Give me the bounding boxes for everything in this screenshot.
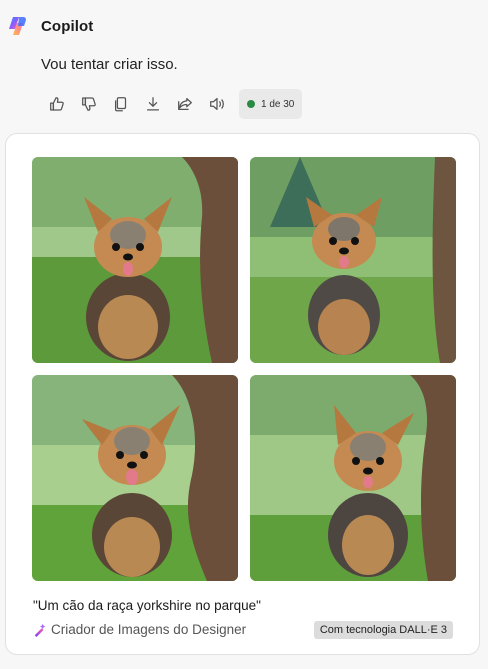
- yorkshire-image-3: [32, 375, 238, 581]
- copilot-logo-icon: [9, 17, 26, 35]
- generated-image-2[interactable]: [250, 157, 456, 363]
- download-icon: [146, 97, 160, 111]
- thumbs-down-icon: [82, 97, 96, 111]
- image-counter: 1 de 30: [239, 89, 303, 119]
- dislike-button[interactable]: [73, 89, 105, 119]
- powered-by-badge: Com tecnologia DALL·E 3: [313, 621, 453, 639]
- share-icon: [178, 97, 192, 111]
- app-name: Copilot: [41, 17, 94, 35]
- copy-icon: [114, 97, 127, 112]
- like-button[interactable]: [41, 89, 73, 119]
- designer-creator-link[interactable]: Criador de Imagens do Designer: [33, 622, 246, 637]
- yorkshire-image-4: [250, 375, 456, 581]
- copy-button[interactable]: [105, 89, 137, 119]
- yorkshire-image-1: [32, 157, 238, 363]
- image-result-card: "Um cão da raça yorkshire no parque" Cri…: [5, 133, 480, 655]
- prompt-caption: "Um cão da raça yorkshire no parque": [33, 598, 261, 613]
- read-aloud-button[interactable]: [201, 89, 233, 119]
- share-button[interactable]: [169, 89, 201, 119]
- generated-image-4[interactable]: [250, 375, 456, 581]
- message-header: Copilot: [6, 14, 93, 38]
- generated-image-3[interactable]: [32, 375, 238, 581]
- download-button[interactable]: [137, 89, 169, 119]
- read-aloud-icon: [210, 97, 224, 111]
- message-actions: 1 de 30: [41, 89, 303, 119]
- creator-label: Criador de Imagens do Designer: [51, 622, 247, 637]
- designer-wand-icon: [34, 623, 46, 637]
- assistant-message: Vou tentar criar isso.: [41, 56, 178, 73]
- status-dot: [247, 100, 255, 108]
- thumbs-up-icon: [50, 97, 64, 111]
- image-grid: [32, 157, 456, 581]
- yorkshire-image-2: [250, 157, 456, 363]
- generated-image-1[interactable]: [32, 157, 238, 363]
- counter-text: 1 de 30: [261, 98, 295, 110]
